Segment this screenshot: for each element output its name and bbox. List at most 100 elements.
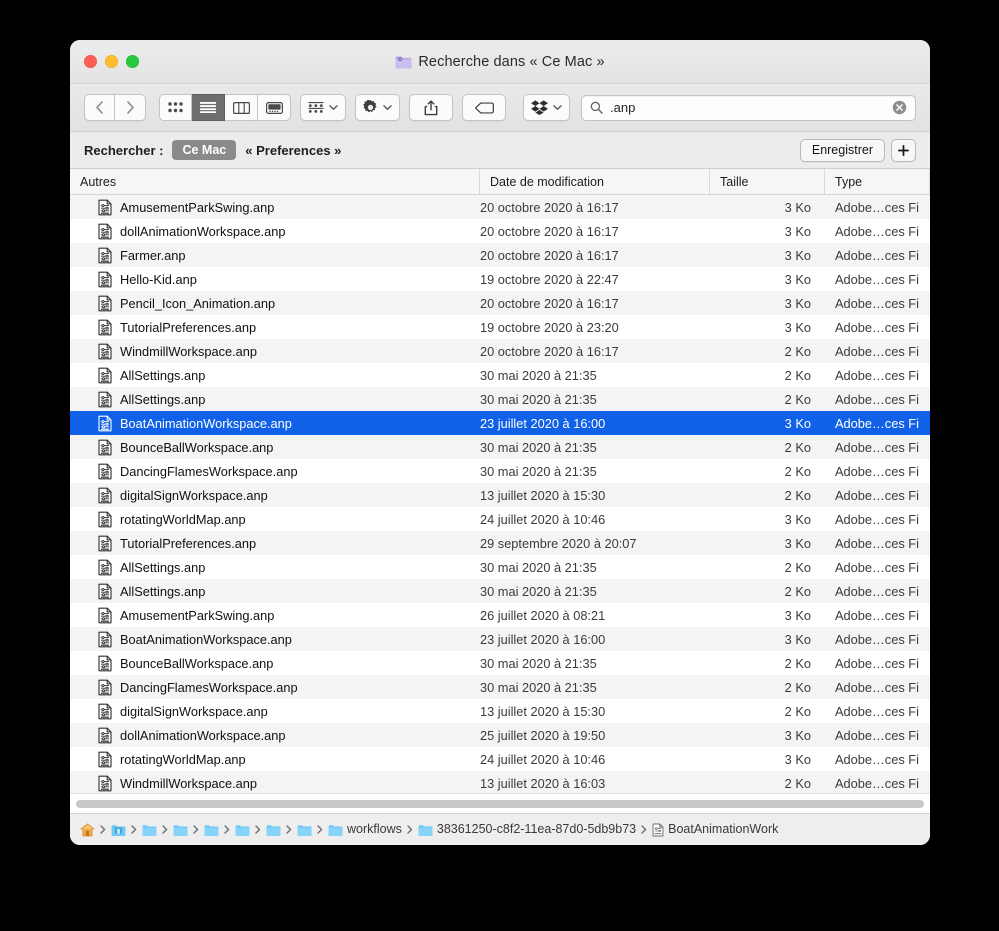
table-row[interactable]: WindmillWorkspace.anp 20 octobre 2020 à 1…	[70, 339, 930, 363]
file-name-cell[interactable]: BoatAnimationWorkspace.anp	[70, 631, 480, 648]
breadcrumb-item[interactable]	[111, 824, 126, 836]
file-name-cell[interactable]: rotatingWorldMap.anp	[70, 511, 480, 528]
back-button[interactable]	[84, 94, 115, 121]
table-row[interactable]: WindmillWorkspace.anp 13 juillet 2020 à 1…	[70, 771, 930, 793]
scrollbar-thumb[interactable]	[76, 799, 924, 808]
file-name-cell[interactable]: AmusementParkSwing.anp	[70, 199, 480, 216]
file-name-cell[interactable]: digitalSignWorkspace.anp	[70, 487, 480, 504]
file-name-cell[interactable]: Farmer.anp	[70, 247, 480, 264]
table-row[interactable]: digitalSignWorkspace.anp 13 juillet 2020 …	[70, 483, 930, 507]
plus-icon	[898, 144, 909, 156]
table-row[interactable]: AllSettings.anp 30 mai 2020 à 21:35 2 Ko Ad…	[70, 363, 930, 387]
file-name-cell[interactable]: DancingFlamesWorkspace.anp	[70, 463, 480, 480]
table-row[interactable]: TutorialPreferences.anp 29 septembre 2020…	[70, 531, 930, 555]
breadcrumb-item[interactable]	[204, 824, 219, 836]
scope-preferences[interactable]: « Preferences »	[245, 143, 341, 158]
table-row[interactable]: AmusementParkSwing.anp 20 octobre 2020 à …	[70, 195, 930, 219]
file-size-cell: 3 Ko	[784, 295, 811, 311]
file-name-cell[interactable]: AllSettings.anp	[70, 559, 480, 576]
tag-button[interactable]	[462, 94, 506, 121]
file-name-cell[interactable]: AmusementParkSwing.anp	[70, 607, 480, 624]
breadcrumb-item[interactable]: BoatAnimationWork	[652, 823, 778, 837]
file-name-cell[interactable]: BounceBallWorkspace.anp	[70, 439, 480, 456]
table-row[interactable]: rotatingWorldMap.anp 24 juillet 2020 à 10…	[70, 747, 930, 771]
forward-button[interactable]	[115, 94, 146, 121]
table-row[interactable]: BoatAnimationWorkspace.anp 23 juillet 202…	[70, 627, 930, 651]
table-row[interactable]: AllSettings.anp 30 mai 2020 à 21:35 2 Ko Ad…	[70, 387, 930, 411]
table-row[interactable]: dollAnimationWorkspace.anp 25 juillet 202…	[70, 723, 930, 747]
file-name-cell[interactable]: AllSettings.anp	[70, 391, 480, 408]
column-header-size[interactable]: Taille	[710, 169, 825, 194]
table-row[interactable]: TutorialPreferences.anp 19 octobre 2020 à…	[70, 315, 930, 339]
view-gallery-button[interactable]	[258, 94, 291, 121]
file-name-cell[interactable]: Pencil_Icon_Animation.anp	[70, 295, 480, 312]
add-criterion-button[interactable]	[891, 138, 916, 162]
breadcrumb-item[interactable]: 38361250-c8f2-11ea-87d0-5db9b73	[418, 823, 636, 836]
anp-file-icon	[98, 247, 112, 263]
group-by-button[interactable]	[300, 94, 346, 121]
clear-circle-icon[interactable]	[892, 100, 907, 115]
column-header-date[interactable]: Date de modification	[480, 169, 710, 194]
file-name-cell[interactable]: WindmillWorkspace.anp	[70, 343, 480, 360]
close-button[interactable]	[84, 55, 97, 68]
table-row[interactable]: AllSettings.anp 30 mai 2020 à 21:35 2 Ko Ad…	[70, 579, 930, 603]
table-row[interactable]: Pencil_Icon_Animation.anp 20 octobre 2020…	[70, 291, 930, 315]
breadcrumb-item[interactable]	[173, 824, 188, 836]
breadcrumb-item[interactable]	[266, 824, 281, 836]
table-row[interactable]: digitalSignWorkspace.anp 13 juillet 2020 …	[70, 699, 930, 723]
view-list-button[interactable]	[192, 94, 225, 121]
file-name-cell[interactable]: WindmillWorkspace.anp	[70, 775, 480, 792]
save-search-button[interactable]: Enregistrer	[799, 138, 885, 162]
file-date-cell: 20 octobre 2020 à 16:17	[480, 295, 619, 311]
table-row[interactable]: rotatingWorldMap.anp 24 juillet 2020 à 10…	[70, 507, 930, 531]
file-name-cell[interactable]: rotatingWorldMap.anp	[70, 751, 480, 768]
file-name-label: Farmer.anp	[120, 247, 186, 263]
column-header-type[interactable]: Type	[825, 169, 930, 194]
dropbox-menu-button[interactable]	[523, 94, 570, 121]
breadcrumb-item[interactable]	[80, 822, 95, 837]
table-row[interactable]: DancingFlamesWorkspace.anp 30 mai 2020 à …	[70, 459, 930, 483]
table-row[interactable]: Hello-Kid.anp 19 octobre 2020 à 22:47 3 Ko…	[70, 267, 930, 291]
table-row[interactable]: BounceBallWorkspace.anp 30 mai 2020 à 21:…	[70, 651, 930, 675]
file-list[interactable]: AmusementParkSwing.anp 20 octobre 2020 à …	[70, 195, 930, 793]
view-icon-button[interactable]	[159, 94, 192, 121]
path-bar[interactable]: workflows 38361250-c8f2-11ea-87d0-5db9b73…	[70, 813, 930, 845]
file-size-cell: 3 Ko	[784, 535, 811, 551]
breadcrumb-item[interactable]: workflows	[328, 823, 402, 836]
search-field[interactable]: .anp	[581, 94, 916, 121]
action-menu-button[interactable]	[355, 94, 400, 121]
table-row[interactable]: BoatAnimationWorkspace.anp 23 juillet 202…	[70, 411, 930, 435]
file-name-cell[interactable]: dollAnimationWorkspace.anp	[70, 727, 480, 744]
breadcrumb-item[interactable]	[142, 824, 157, 836]
breadcrumb-separator	[131, 825, 137, 834]
file-name-cell[interactable]: DancingFlamesWorkspace.anp	[70, 679, 480, 696]
file-name-cell[interactable]: AllSettings.anp	[70, 583, 480, 600]
file-name-cell[interactable]: Hello-Kid.anp	[70, 271, 480, 288]
file-name-cell[interactable]: digitalSignWorkspace.anp	[70, 703, 480, 720]
view-column-button[interactable]	[225, 94, 258, 121]
table-row[interactable]: BounceBallWorkspace.anp 30 mai 2020 à 21:…	[70, 435, 930, 459]
breadcrumb-item[interactable]	[235, 824, 250, 836]
file-size-cell: 2 Ko	[784, 391, 811, 407]
table-row[interactable]: Farmer.anp 20 octobre 2020 à 16:17 3 Ko Ado…	[70, 243, 930, 267]
table-row[interactable]: AllSettings.anp 30 mai 2020 à 21:35 2 Ko Ad…	[70, 555, 930, 579]
table-row[interactable]: DancingFlamesWorkspace.anp 30 mai 2020 à …	[70, 675, 930, 699]
scope-this-mac[interactable]: Ce Mac	[172, 140, 237, 160]
table-row[interactable]: dollAnimationWorkspace.anp 20 octobre 202…	[70, 219, 930, 243]
file-name-cell[interactable]: TutorialPreferences.anp	[70, 535, 480, 552]
file-name-cell[interactable]: TutorialPreferences.anp	[70, 319, 480, 336]
horizontal-scrollbar[interactable]	[70, 793, 930, 813]
search-input[interactable]: .anp	[610, 100, 885, 115]
breadcrumb-item[interactable]	[297, 824, 312, 836]
column-header-name[interactable]: Autres	[70, 169, 480, 194]
minimize-button[interactable]	[105, 55, 118, 68]
file-name-cell[interactable]: BounceBallWorkspace.anp	[70, 655, 480, 672]
file-name-cell[interactable]: AllSettings.anp	[70, 367, 480, 384]
table-row[interactable]: AmusementParkSwing.anp 26 juillet 2020 à …	[70, 603, 930, 627]
maximize-button[interactable]	[126, 55, 139, 68]
file-name-cell[interactable]: BoatAnimationWorkspace.anp	[70, 415, 480, 432]
file-name-label: AmusementParkSwing.anp	[120, 199, 275, 215]
file-name-cell[interactable]: dollAnimationWorkspace.anp	[70, 223, 480, 240]
share-button[interactable]	[409, 94, 453, 121]
anp-file-icon	[98, 391, 112, 407]
